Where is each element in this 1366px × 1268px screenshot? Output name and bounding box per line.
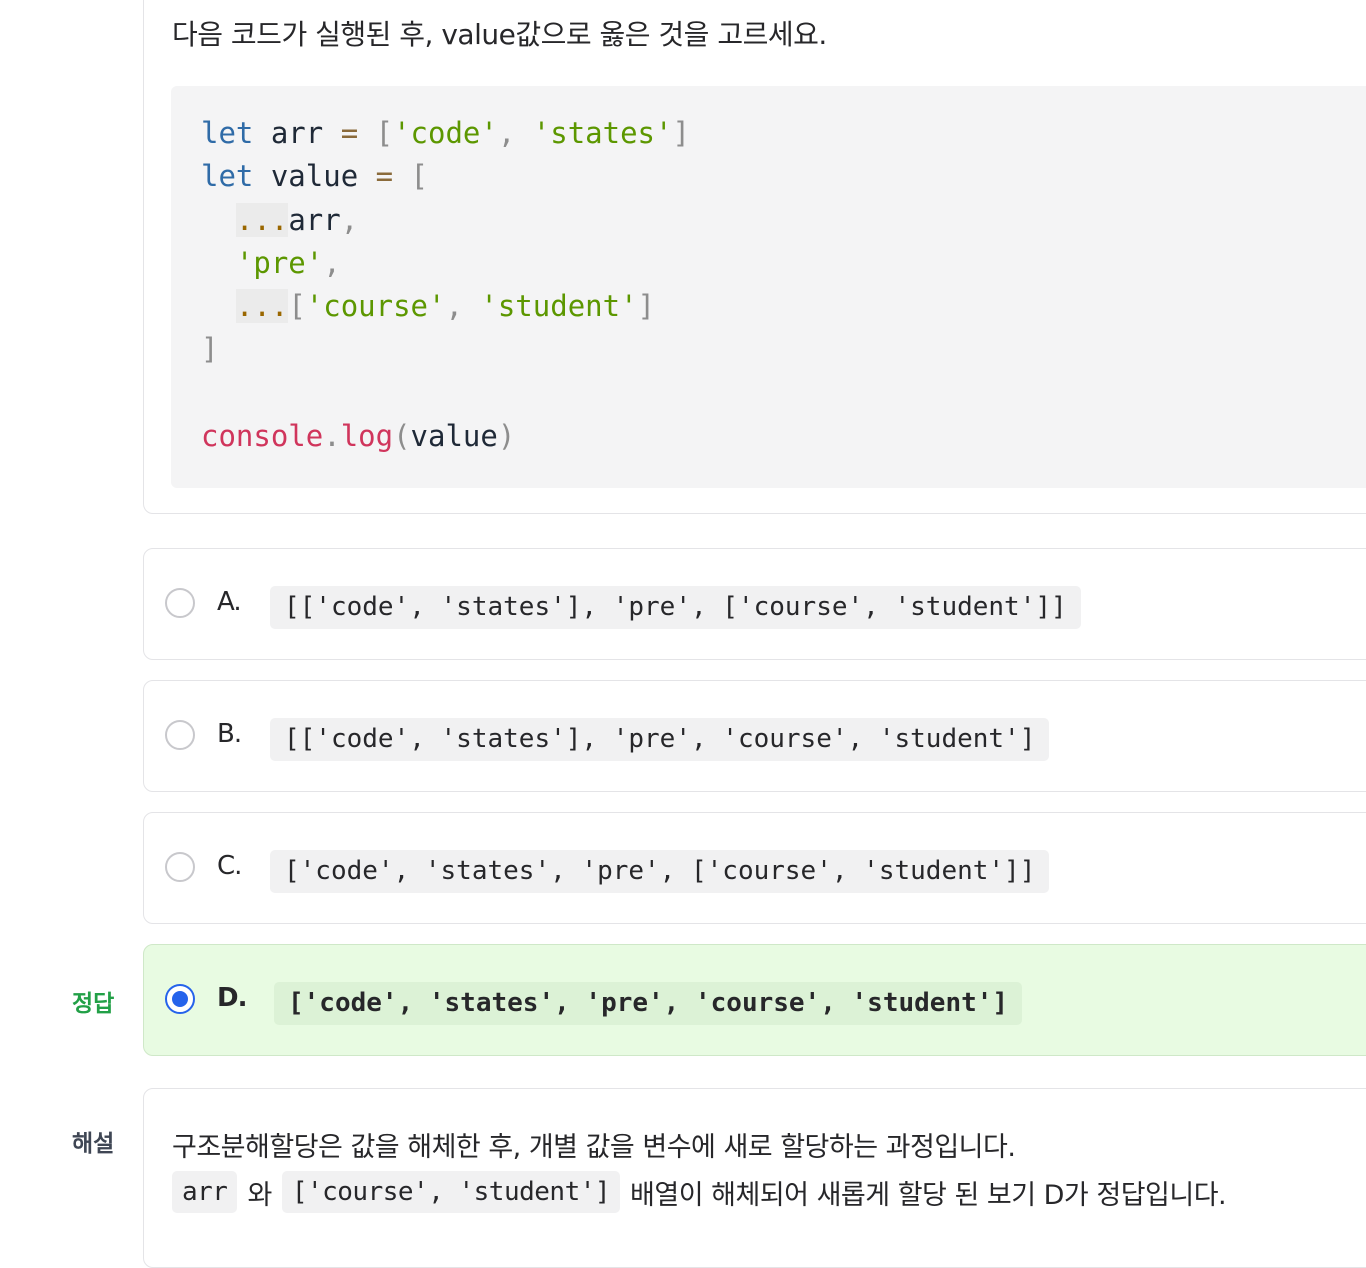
code-keyword: let — [201, 116, 254, 150]
code-function: log — [340, 419, 394, 454]
option-c[interactable]: C. ['code', 'states', 'pre', ['course', … — [143, 812, 1366, 924]
code-punctuation: [ — [288, 289, 306, 324]
question-text: 다음 코드가 실행된 후, value값으로 옳은 것을 고르세요. — [172, 18, 827, 51]
code-line-2: let value = [ — [201, 155, 1366, 198]
option-code: [['code', 'states'], 'pre', 'course', 's… — [270, 718, 1050, 761]
question-card: 다음 코드가 실행된 후, value값으로 옳은 것을 고르세요. let a… — [143, 0, 1366, 514]
code-identifier: arr — [288, 202, 341, 237]
explanation-fragment: 와 — [247, 1179, 272, 1211]
code-string: 'course' — [305, 289, 446, 324]
option-d[interactable]: D. ['code', 'states', 'pre', 'course', '… — [143, 944, 1366, 1056]
code-punctuation: [ — [393, 159, 428, 194]
code-punctuation: , — [445, 289, 481, 324]
code-line-8: console.log(value) — [201, 415, 1366, 458]
code-block: let arr = ['code', 'states'] let value =… — [171, 86, 1366, 488]
code-operator: = — [340, 116, 359, 150]
code-spread-operator: ... — [235, 289, 289, 324]
option-code: ['code', 'states', 'pre', ['course', 'st… — [270, 850, 1050, 893]
code-spread-operator: ... — [235, 202, 289, 237]
code-punctuation: , — [323, 245, 341, 280]
explanation-label: 해설 — [72, 1131, 115, 1157]
option-a[interactable]: A. [['code', 'states'], 'pre', ['course'… — [143, 548, 1366, 660]
code-string: 'states' — [532, 116, 673, 150]
option-letter: C. — [217, 851, 242, 881]
radio-button-selected[interactable] — [165, 984, 195, 1014]
answer-label: 정답 — [72, 991, 115, 1017]
code-keyword: let — [201, 159, 254, 194]
explanation-card: 구조분해할당은 값을 해체한 후, 개별 값을 변수에 새로 할당하는 과정입니… — [143, 1088, 1366, 1268]
option-code: ['code', 'states', 'pre', 'course', 'stu… — [274, 982, 1023, 1025]
code-punctuation: ] — [637, 289, 655, 324]
code-string: 'student' — [480, 289, 638, 324]
explanation-fragment: 배열이 해체되어 새롭게 할당 된 보기 D가 정답입니다. — [630, 1179, 1227, 1211]
code-punctuation: , — [497, 116, 533, 150]
inline-code: arr — [172, 1171, 238, 1213]
code-line-6: ] — [201, 328, 1366, 371]
code-punctuation: . — [323, 419, 341, 454]
code-operator: = — [375, 159, 394, 194]
code-line-1: let arr = ['code', 'states'] — [201, 112, 1366, 155]
code-string: 'code' — [393, 116, 498, 150]
code-line-3: ...arr, — [201, 199, 1366, 242]
code-punctuation: ] — [201, 332, 219, 367]
code-punctuation: ( — [393, 419, 411, 454]
code-identifier: arr — [253, 116, 341, 150]
option-letter: D. — [217, 983, 247, 1013]
code-punctuation: ] — [672, 116, 690, 150]
code-line-4: 'pre', — [201, 242, 1366, 285]
code-object: console — [201, 419, 324, 454]
option-letter: B. — [217, 719, 242, 749]
code-identifier: value — [410, 419, 498, 454]
radio-button[interactable] — [165, 852, 195, 882]
radio-button[interactable] — [165, 720, 195, 750]
code-punctuation: ) — [497, 419, 516, 454]
code-string: 'pre' — [235, 245, 324, 280]
inline-code: ['course', 'student'] — [281, 1171, 621, 1213]
explanation-text: 구조분해할당은 값을 해체한 후, 개별 값을 변수에 새로 할당하는 과정입니… — [172, 1132, 1016, 1163]
radio-button[interactable] — [165, 588, 195, 618]
option-letter: A. — [217, 587, 242, 617]
option-code: [['code', 'states'], 'pre', ['course', '… — [270, 586, 1081, 629]
code-identifier: value — [253, 159, 376, 194]
explanation-text-line2: arr 와 ['course', 'student'] 배열이 해체되어 새롭게… — [172, 1171, 1227, 1213]
code-line-5: ...['course', 'student'] — [201, 285, 1366, 328]
code-punctuation: [ — [358, 116, 394, 150]
option-b[interactable]: B. [['code', 'states'], 'pre', 'course',… — [143, 680, 1366, 792]
code-punctuation: , — [340, 202, 359, 237]
